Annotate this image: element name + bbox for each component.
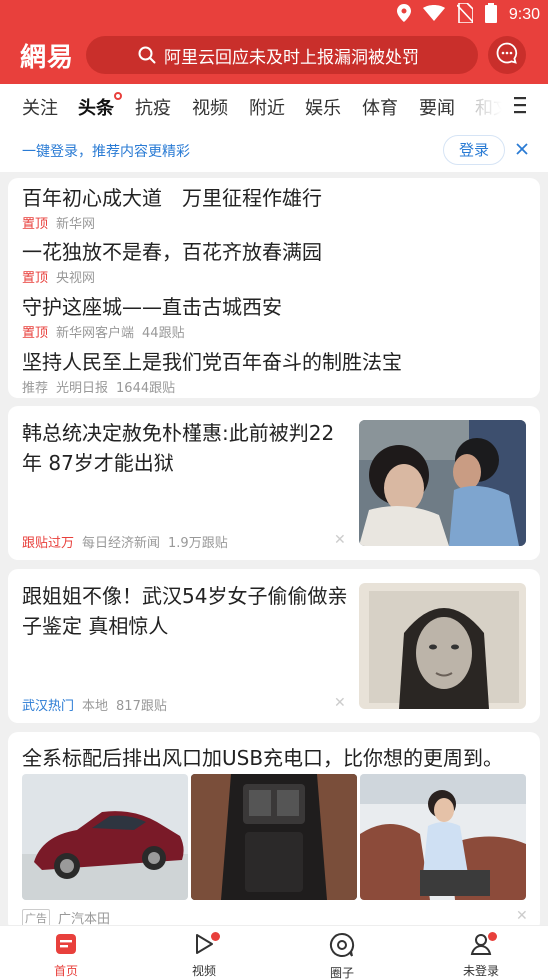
nav-video-label: 视频 — [191, 964, 216, 978]
news-title: 跟姐姐不像！武汉54岁女子偷偷做亲子鉴定 真相惊人 — [22, 584, 348, 638]
list-item[interactable]: 坚持人民至上是我们党百年奋斗的制胜法宝 推荐 光明日报 1644跟贴 — [22, 346, 402, 396]
nav-account-label: 未登录 — [462, 964, 499, 978]
news-source: 本地 — [82, 699, 109, 714]
tab-guanzhu[interactable]: 关注 — [22, 94, 58, 120]
pinned-tag: 置顶 — [22, 326, 49, 341]
nav-home[interactable]: 首页 — [26, 932, 106, 979]
nav-video[interactable]: 视频 — [164, 932, 244, 979]
play-icon — [192, 934, 216, 960]
nav-account[interactable]: 未登录 — [441, 932, 521, 979]
status-bar: 9:30 — [0, 0, 548, 26]
news-thumbnail — [359, 583, 526, 709]
clock-time: 9:30 — [508, 6, 540, 23]
app-root: 9:30 網易 阿里云回应未及时上报漏洞被处罚 关注 头条 抗疫 视频 附近 娱… — [0, 0, 548, 979]
ad-image-interior — [360, 774, 526, 900]
bottom-navigation: 首页 视频 圈子 未登录 — [0, 925, 548, 979]
search-hint-text: 阿里云回应未及时上报漏洞被处罚 — [164, 47, 419, 68]
news-source: 新华网客户端 — [56, 326, 135, 341]
pinned-news-card: 百年初心成大道 万里征程作雄行 置顶 新华网 一花独放不是春，百花齐放春满园 置顶… — [8, 178, 540, 398]
dismiss-icon[interactable]: ✕ — [516, 908, 528, 924]
netease-logo[interactable]: 網易 — [20, 37, 74, 74]
chat-bubble-icon — [496, 42, 518, 68]
news-source: 光明日报 — [56, 381, 109, 396]
tab-toutiao[interactable]: 头条 — [78, 92, 122, 120]
news-meta: 置顶 央视网 — [22, 267, 322, 286]
wifi-icon — [422, 5, 445, 25]
news-title: 一花独放不是春，百花齐放春满园 — [22, 240, 322, 264]
ad-image-rear-vent — [191, 774, 357, 900]
nav-circle-label: 圈子 — [329, 966, 354, 979]
ad-card[interactable]: 全系标配后排出风口加USB充电口，比你想的更周到。 广告 广汽本田 ✕ — [8, 732, 540, 932]
comment-count: 1644跟贴 — [116, 381, 176, 396]
new-dot — [114, 92, 122, 100]
news-meta: 推荐 光明日报 1644跟贴 — [22, 377, 402, 396]
pinned-tag: 置顶 — [22, 271, 49, 286]
location-icon — [396, 4, 411, 26]
tab-toutiao-label: 头条 — [78, 98, 114, 119]
news-card[interactable]: 跟姐姐不像！武汉54岁女子偷偷做亲子鉴定 真相惊人 武汉热门 本地 817跟贴 ✕ — [8, 569, 540, 723]
home-icon — [54, 934, 78, 960]
comment-count: 44跟贴 — [142, 326, 185, 341]
battery-icon — [484, 3, 497, 27]
news-title: 韩总统决定赦免朴槿惠:此前被判22年 87岁才能出狱 — [22, 421, 335, 475]
login-prompt-text[interactable]: 一键登录，推荐内容更精彩 — [22, 141, 190, 161]
hot-tag: 跟贴过万 — [22, 536, 75, 551]
dismiss-icon[interactable]: ✕ — [334, 532, 346, 548]
tab-yule[interactable]: 娱乐 — [305, 94, 341, 120]
list-item[interactable]: 一花独放不是春，百花齐放春满园 置顶 央视网 — [22, 236, 322, 286]
user-icon — [469, 934, 493, 960]
news-title: 守护这座城——直击古城西安 — [22, 295, 282, 319]
nav-circle[interactable]: 圈子 — [302, 932, 382, 979]
tab-tiyu[interactable]: 体育 — [362, 94, 398, 120]
no-sim-icon — [456, 2, 474, 27]
local-hot-tag: 武汉热门 — [22, 699, 75, 714]
tab-yaowen[interactable]: 要闻 — [419, 94, 455, 120]
news-source: 央视网 — [56, 271, 96, 286]
list-item[interactable]: 守护这座城——直击古城西安 置顶 新华网客户端 44跟贴 — [22, 291, 282, 341]
ad-title: 全系标配后排出风口加USB充电口，比你想的更周到。 — [22, 746, 504, 770]
news-source: 每日经济新闻 — [82, 536, 161, 551]
news-meta: 跟贴过万 每日经济新闻 1.9万跟贴 — [22, 532, 228, 551]
news-thumbnail — [359, 420, 526, 546]
notification-dot — [488, 932, 497, 941]
recommend-tag: 推荐 — [22, 381, 49, 396]
tabs-fade — [470, 84, 515, 128]
nav-home-label: 首页 — [53, 964, 78, 978]
tab-shipin[interactable]: 视频 — [192, 94, 228, 120]
pinned-tag: 置顶 — [22, 217, 49, 232]
list-item[interactable]: 百年初心成大道 万里征程作雄行 置顶 新华网 — [22, 182, 322, 232]
news-title: 坚持人民至上是我们党百年奋斗的制胜法宝 — [22, 350, 402, 374]
news-source: 新华网 — [56, 217, 96, 232]
tab-kangyi[interactable]: 抗疫 — [135, 94, 171, 120]
news-meta: 置顶 新华网 — [22, 213, 322, 232]
notification-dot — [211, 932, 220, 941]
menu-icon[interactable] — [512, 96, 528, 118]
comment-count: 817跟贴 — [116, 699, 167, 714]
circle-icon — [329, 932, 355, 962]
message-button[interactable] — [488, 36, 526, 74]
news-title: 百年初心成大道 万里征程作雄行 — [22, 186, 322, 210]
ad-badge: 广告 — [22, 908, 50, 927]
app-header: 網易 阿里云回应未及时上报漏洞被处罚 — [0, 26, 548, 84]
news-meta: 置顶 新华网客户端 44跟贴 — [22, 322, 282, 341]
dismiss-icon[interactable]: ✕ — [334, 695, 346, 711]
comment-count: 1.9万跟贴 — [168, 536, 228, 551]
channel-tabs: 关注 头条 抗疫 视频 附近 娱乐 体育 要闻 和文 — [0, 84, 548, 128]
login-button[interactable]: 登录 — [443, 135, 505, 165]
tab-fujin[interactable]: 附近 — [249, 94, 285, 120]
close-icon[interactable] — [514, 141, 530, 161]
search-bar[interactable]: 阿里云回应未及时上报漏洞被处罚 — [86, 36, 478, 74]
login-prompt-bar: 一键登录，推荐内容更精彩 登录 — [0, 128, 548, 172]
ad-image-car — [22, 774, 188, 900]
search-icon — [138, 46, 156, 69]
news-card[interactable]: 韩总统决定赦免朴槿惠:此前被判22年 87岁才能出狱 跟贴过万 每日经济新闻 1.9… — [8, 406, 540, 560]
news-meta: 武汉热门 本地 817跟贴 — [22, 695, 167, 714]
